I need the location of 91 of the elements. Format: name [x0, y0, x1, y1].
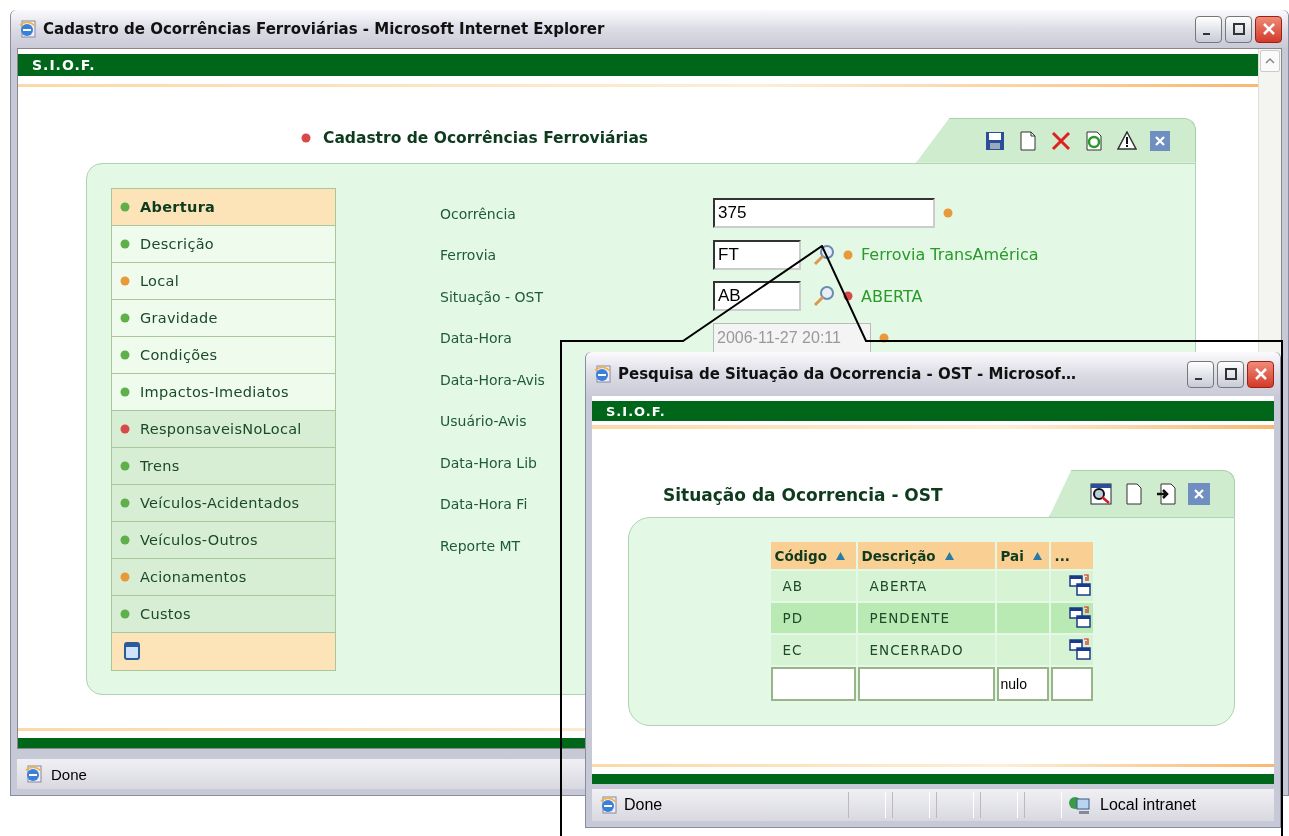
menu-item[interactable]: Gravidade	[112, 299, 335, 337]
window-title: Pesquisa de Situação da Ocorrencia - OST - Microsof…	[618, 365, 1076, 383]
sort-icon	[834, 550, 846, 561]
status-panel	[892, 792, 930, 818]
column-header[interactable]: Código	[770, 542, 856, 569]
status-text: Done	[51, 765, 87, 783]
filter-field[interactable]	[1050, 667, 1093, 701]
menu-item[interactable]: Descrição	[112, 225, 335, 263]
close-button[interactable]	[1247, 360, 1274, 388]
menu-item[interactable]: Trens	[112, 447, 335, 485]
menu-item[interactable]: ResponsaveisNoLocal	[112, 410, 335, 448]
refresh-icon[interactable]	[1084, 130, 1104, 151]
table-cell: PD	[770, 601, 856, 633]
panel-title: Situação da Ocorrencia - OST	[663, 485, 943, 505]
column-header[interactable]: Pai	[996, 542, 1049, 569]
maximize-button[interactable]	[1217, 360, 1244, 388]
menu-item[interactable]: Impactos-Imediatos	[112, 373, 335, 411]
input-field[interactable]: 375	[713, 198, 935, 229]
sort-icon	[1031, 550, 1043, 561]
menu-item[interactable]: Veículos-Outros	[112, 521, 335, 559]
field-label: Ocorrência	[440, 205, 516, 222]
status-panel	[1024, 792, 1062, 818]
warning-icon[interactable]	[1117, 130, 1137, 151]
table-action-icon[interactable]	[1068, 605, 1091, 628]
table-cell: AB	[770, 569, 856, 601]
close-icon	[1253, 367, 1268, 381]
field-label: Data-Hora-Avis	[440, 371, 545, 388]
new-page-icon[interactable]	[1124, 483, 1144, 505]
minimize-button[interactable]	[1195, 15, 1222, 43]
column-header[interactable]: Descrição	[857, 542, 995, 569]
new-page-icon[interactable]	[1018, 130, 1038, 151]
menu-item[interactable]: Abertura	[112, 188, 335, 226]
window-title: Cadastro de Ocorrências Ferroviárias - Microsoft Internet Explorer	[43, 20, 605, 38]
field-label: Ferrovia	[440, 247, 497, 264]
status-text: Done	[624, 796, 664, 814]
table-action-icon[interactable]	[1068, 637, 1091, 660]
maximize-button[interactable]	[1225, 15, 1252, 43]
column-header[interactable]: ...	[1050, 542, 1093, 569]
caret-icon	[1265, 57, 1275, 65]
window-icon[interactable]	[124, 642, 140, 661]
sort-icon	[943, 550, 955, 561]
menu-item[interactable]: Custos	[112, 595, 335, 633]
field-label: Reporte MT	[440, 537, 521, 554]
filter-field[interactable]	[770, 667, 856, 701]
table-action-icon[interactable]	[1068, 573, 1091, 596]
page-title: Cadastro de Ocorrências Ferroviárias	[323, 128, 649, 147]
delete-icon[interactable]	[1051, 130, 1071, 151]
maximize-icon	[1223, 367, 1238, 381]
browser-icon	[19, 20, 37, 38]
minimize-button[interactable]	[1187, 360, 1214, 388]
table-cell: EC	[770, 633, 856, 665]
menu-item[interactable]: Local	[112, 262, 335, 300]
network-icon	[1068, 795, 1092, 815]
status-panel	[936, 792, 974, 818]
menu-item[interactable]: Veículos-Acidentados	[112, 484, 335, 522]
field-label: Usuário-Avis	[440, 413, 527, 430]
field-label: Data-Hora	[440, 330, 512, 347]
zone-text: Local intranet	[1100, 796, 1197, 814]
table-cell: PENDENTE	[857, 601, 995, 633]
save-icon[interactable]	[985, 130, 1005, 151]
field-label: Situação - OST	[440, 288, 543, 305]
status-panel	[848, 792, 886, 818]
browser-icon	[594, 365, 612, 383]
browser-icon	[25, 765, 43, 783]
menu-item[interactable]: Acionamentos	[112, 558, 335, 596]
search-icon[interactable]	[1090, 483, 1112, 505]
field-description: ABERTA	[861, 286, 923, 306]
filter-field[interactable]	[857, 667, 995, 701]
table-cell: ABERTA	[857, 569, 995, 601]
field-description: Ferrovia TransAmérica	[861, 245, 1039, 265]
input-field[interactable]: FT	[713, 239, 801, 270]
brand-text: S.I.O.F.	[32, 56, 96, 73]
close-button[interactable]	[1255, 15, 1282, 43]
menu-item[interactable]: Condições	[112, 336, 335, 374]
browser-icon	[600, 796, 618, 814]
brand-text: S.I.O.F.	[606, 403, 666, 419]
status-dot	[301, 132, 311, 143]
close-icon[interactable]	[1150, 130, 1170, 151]
input-field[interactable]: AB	[713, 281, 801, 312]
field-label: Data-Hora Lib	[440, 454, 537, 471]
search-icon[interactable]	[813, 243, 835, 266]
close-icon	[1261, 22, 1276, 36]
minimize-icon	[1202, 33, 1210, 35]
field-label: Data-Hora Fi	[440, 496, 528, 513]
close-icon[interactable]	[1188, 483, 1210, 505]
export-icon[interactable]	[1156, 483, 1176, 505]
minimize-icon	[1194, 378, 1202, 380]
filter-field[interactable]: nulo	[996, 667, 1049, 701]
table-cell: ENCERRADO	[857, 633, 995, 665]
status-panel	[980, 792, 1018, 818]
maximize-icon	[1231, 22, 1246, 36]
